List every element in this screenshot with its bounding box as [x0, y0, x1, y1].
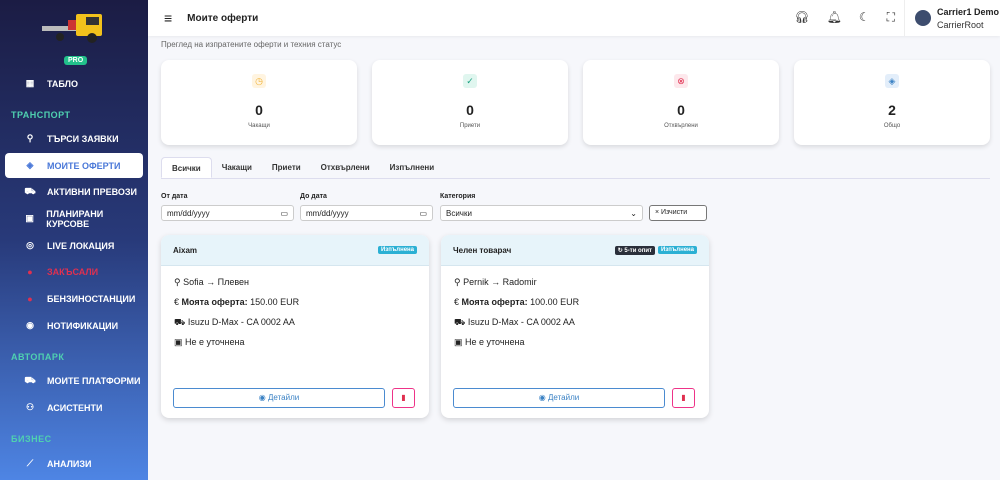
truck-icon: ⛟ [24, 374, 36, 385]
tab-completed[interactable]: Изпълнени [380, 157, 445, 178]
menu-icon[interactable]: ≡ [164, 10, 172, 26]
truck-icon: ⛟ [24, 185, 36, 196]
attempt-badge: ↻ 5-ти опит [614, 245, 655, 255]
sidebar-item-dashboard[interactable]: ▦ ТАБЛО [5, 71, 143, 96]
calendar-icon: ▣ [454, 337, 466, 347]
page-subtitle: Преглед на изпратените оферти и техния с… [161, 40, 342, 49]
search-icon: ⚲ [26, 133, 34, 143]
tab-rejected[interactable]: Отхвърлени [311, 157, 380, 178]
stat-card-rejected: ⊗ 0 Отхвърлени [583, 60, 779, 145]
euro-icon: € [174, 297, 182, 307]
pro-badge: PRO [64, 56, 88, 65]
stat-card-accepted: ✓ 0 Приети [372, 60, 568, 145]
details-button[interactable]: ◉ Детайли [453, 388, 665, 408]
delete-button[interactable]: ▮ [392, 388, 415, 408]
stat-card-pending: ◷ 0 Чакащи [161, 60, 357, 145]
trash-icon: ▮ [681, 393, 686, 402]
vehicle: ⛟ Isuzu D-Max - CA 0002 AA [454, 317, 575, 327]
status-badge: Изпълнена [657, 246, 697, 254]
to-date-label: До дата [300, 193, 327, 200]
route: ⚲ Pernik → Radomir [454, 277, 537, 287]
eye-icon: ◉ [258, 393, 268, 402]
calendar-icon: ▭ [419, 209, 427, 218]
fuel-icon: ● [27, 293, 33, 304]
section-transport: ТРАНСПОРТ [11, 110, 71, 120]
check-circle-icon: ✓ [463, 74, 477, 88]
to-date-input[interactable]: mm/dd/yyyy ▭ [300, 205, 433, 221]
sidebar: PRO ▦ ТАБЛО ТРАНСПОРТ ⚲ ТЪРСИ ЗАЯВКИ ◈ МОИТ… [0, 0, 148, 480]
location-icon: ◎ [26, 240, 34, 250]
status-badge: Изпълнена [377, 246, 417, 254]
stat-card-total: ◈ 2 Общо [794, 60, 990, 145]
euro-icon: € [454, 297, 462, 307]
x-circle-icon: ⊗ [674, 74, 688, 88]
tab-accepted[interactable]: Приети [262, 157, 311, 178]
date: ▣ Не е уточнена [174, 337, 245, 347]
avatar [915, 10, 931, 26]
sidebar-item-search-requests[interactable]: ⚲ ТЪРСИ ЗАЯВКИ [5, 126, 143, 151]
fullscreen-icon[interactable]: ⛶ [887, 10, 895, 25]
calendar-icon: ▣ [174, 337, 186, 347]
route: ⚲ Sofia → Плевен [174, 277, 249, 287]
calendar-icon: ▣ [25, 213, 34, 223]
trash-icon: ▮ [401, 393, 406, 402]
section-business: БИЗНЕС [11, 434, 52, 444]
section-fleet: АВТОПАРК [11, 352, 65, 362]
sidebar-item-my-offers[interactable]: ◈ МОИТЕ ОФЕРТИ [5, 153, 143, 178]
tab-pending[interactable]: Чакащи [212, 157, 262, 178]
delete-button[interactable]: ▮ [672, 388, 695, 408]
sidebar-item-analytics[interactable]: ⟋ АНАЛИЗИ [5, 451, 143, 476]
bell-icon[interactable]: 🔔︎ [827, 10, 842, 25]
tag-icon: ◈ [885, 74, 899, 88]
offer-title: Aixam [173, 245, 198, 255]
user-name: Carrier1 Demo [937, 6, 1000, 17]
category-label: Категория [440, 193, 476, 200]
support-icon[interactable]: 🎧︎ [794, 10, 809, 25]
page-title: Моите оферти [187, 12, 259, 24]
chart-icon: ⟋ [26, 458, 34, 468]
bell-icon: ◉ [26, 320, 34, 330]
sidebar-item-gas-stations[interactable]: ● БЕНЗИНОСТАНЦИИ [5, 286, 143, 311]
from-date-input[interactable]: mm/dd/yyyy ▭ [161, 205, 294, 221]
sidebar-item-live-location[interactable]: ◎ LIVE ЛОКАЦИЯ [5, 233, 143, 258]
pin-icon: ⚲ [174, 277, 184, 287]
top-header: ≡ Моите оферти 🎧︎ 🔔︎ ☾ ⛶ Carrier1 Demo Ca… [148, 0, 1000, 36]
eye-icon: ◉ [538, 393, 548, 402]
sidebar-item-assistants[interactable]: ⚇ АСИСТЕНТИ [5, 395, 143, 420]
user-role: CarrierRoot [937, 19, 984, 30]
chevron-down-icon: ⌄ [630, 209, 637, 218]
clock-icon: ◷ [252, 74, 266, 88]
vehicle: ⛟ Isuzu D-Max - CA 0002 AA [174, 317, 295, 327]
calendar-icon: ▭ [280, 209, 288, 218]
offer-card: Челен товарач ↻ 5-ти опит Изпълнена ⚲ Pern… [441, 235, 709, 418]
truck-icon: ⛟ [174, 317, 188, 327]
tag-icon: ◈ [26, 160, 34, 170]
sidebar-item-notifications[interactable]: ◉ НОТИФИКАЦИИ [5, 313, 143, 338]
from-date-label: От дата [161, 193, 188, 200]
offer-title: Челен товарач [453, 245, 512, 255]
truck-icon: ⛟ [454, 317, 468, 327]
offer-price: € Моята оферта: 150.00 EUR [174, 297, 300, 307]
offer-price: € Моята оферта: 100.00 EUR [454, 297, 580, 307]
tow-truck-logo [42, 14, 102, 43]
user-menu[interactable]: Carrier1 Demo CarrierRoot [904, 0, 1000, 36]
sidebar-item-stranded[interactable]: ● ЗАКЪСАЛИ [5, 259, 143, 284]
category-select[interactable]: Всички ⌄ [440, 205, 643, 221]
sidebar-item-planned-trips[interactable]: ▣ ПЛАНИРАНИ КУРСОВЕ [5, 206, 143, 231]
clear-filters-button[interactable]: × Изчисти [649, 205, 707, 221]
tab-all[interactable]: Всички [161, 157, 212, 178]
pin-icon: ⚲ [454, 277, 464, 287]
status-tabs: Всички Чакащи Приети Отхвърлени Изпълнен… [161, 157, 990, 179]
sidebar-item-active-transports[interactable]: ⛟ АКТИВНИ ПРЕВОЗИ [5, 179, 143, 204]
sidebar-item-my-platforms[interactable]: ⛟ МОИТЕ ПЛАТФОРМИ [5, 368, 143, 393]
dashboard-icon: ▦ [25, 78, 35, 88]
details-button[interactable]: ◉ Детайли [173, 388, 385, 408]
users-icon: ⚇ [25, 402, 35, 412]
offer-card: Aixam Изпълнена ⚲ Sofia → Плевен € Моята … [161, 235, 429, 418]
moon-icon[interactable]: ☾ [859, 10, 870, 25]
date: ▣ Не е уточнена [454, 337, 525, 347]
alert-icon: ● [27, 266, 33, 277]
